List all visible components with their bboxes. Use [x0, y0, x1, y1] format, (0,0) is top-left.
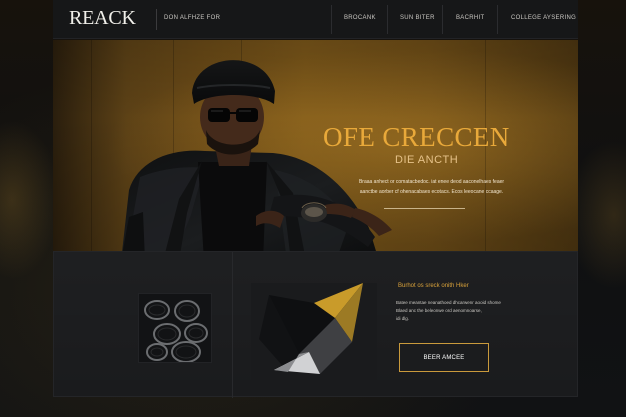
hero-banner: OFE CRECCEN DIE ANCTH Braaa anhect or co… [53, 40, 578, 261]
nav-link-3[interactable]: BACRHIT [456, 14, 484, 22]
nav-link-intro[interactable]: DON ALFHZE FOR [164, 14, 220, 22]
hero-description-line: Braaa anhect or comatacbedoc. iat enee d… [358, 179, 505, 185]
feature-panel-divider [232, 252, 233, 398]
nav-separator [497, 5, 498, 34]
feature-description-line: idi dlg. [396, 316, 410, 321]
hero-divider-line [384, 208, 465, 209]
site-logo[interactable]: REACK [69, 6, 136, 30]
feature-description: Batee meantae neanathoed dhcarwenr aooid… [396, 299, 511, 323]
feature-panel: Burhot os sreck onith Hker Batee meantae… [53, 251, 578, 398]
nav-separator [331, 5, 332, 34]
site-header: REACK DON ALFHZE FOR BROCANK SUN BITER B… [53, 0, 578, 39]
nav-link-4[interactable]: COLLEGE AYSERING [511, 14, 576, 22]
feature-description-line: Batee meantae neanathoed dhcarwenr aooid… [396, 300, 501, 305]
header-logo-divider [156, 9, 157, 30]
rings-thumbnail-image [138, 293, 212, 363]
nav-separator [387, 5, 388, 34]
hero-description-line: aanctbe aorber cf ohenacabaes ecotacs. E… [359, 189, 504, 195]
hero-description: Braaa anhect or comatacbedoc. iat enee d… [339, 177, 524, 197]
page: REACK DON ALFHZE FOR BROCANK SUN BITER B… [0, 0, 626, 417]
hero-subtitle: DIE ANCTH [395, 154, 459, 166]
geometric-shape-image [251, 283, 377, 387]
nav-separator [442, 5, 443, 34]
nav-link-2[interactable]: SUN BITER [400, 14, 435, 22]
cta-button[interactable]: BEER AMCEE [399, 343, 489, 372]
feature-title: Burhot os sreck onith Hker [398, 283, 469, 289]
left-ambient-glow [0, 120, 60, 280]
nav-link-1[interactable]: BROCANK [344, 14, 376, 22]
feature-description-line: Blaed anc the beleonwe ord aenomnoarse, [396, 308, 482, 313]
hero-title: OFE CRECCEN [323, 122, 510, 152]
